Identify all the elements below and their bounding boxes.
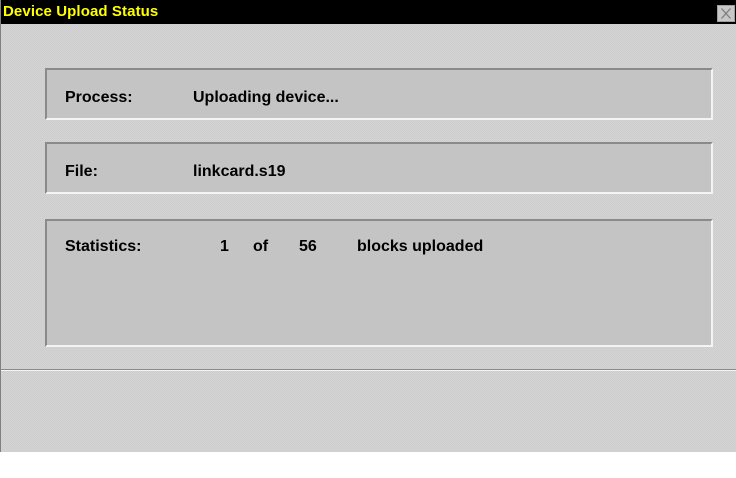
statistics-label: Statistics: <box>65 238 142 255</box>
process-panel: Process: Uploading device... <box>45 68 713 120</box>
blocks-total-count: 56 <box>299 238 317 255</box>
file-panel: File: linkcard.s19 <box>45 142 713 194</box>
window-title: Device Upload Status <box>3 3 159 20</box>
blocks-uploaded-count: 1 <box>220 238 229 255</box>
upload-status-dialog: Device Upload Status Process: Uploading … <box>0 0 736 452</box>
blocks-uploaded-label: blocks uploaded <box>357 238 484 255</box>
close-icon <box>721 8 731 19</box>
file-value: linkcard.s19 <box>193 163 286 180</box>
file-label: File: <box>65 163 98 180</box>
of-label: of <box>253 238 269 255</box>
process-value: Uploading device... <box>193 89 339 106</box>
divider <box>1 369 736 371</box>
process-label: Process: <box>65 89 133 106</box>
title-bar[interactable]: Device Upload Status <box>1 0 736 24</box>
statistics-panel: Statistics: 1 of 56 blocks uploaded <box>45 219 713 347</box>
close-button[interactable] <box>717 5 735 22</box>
